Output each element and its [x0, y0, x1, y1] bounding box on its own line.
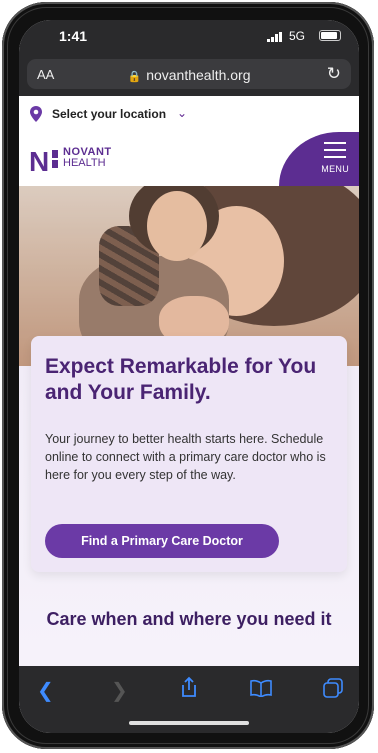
reload-icon[interactable]: ↻: [327, 64, 341, 84]
lock-icon: 🔒: [127, 71, 142, 83]
network-type: 5G: [288, 29, 305, 43]
bookmarks-icon[interactable]: [249, 679, 273, 697]
site-header: N NOVANT HEALTH MENU: [19, 132, 359, 186]
url-display[interactable]: 🔒 novanthealth.org: [27, 67, 351, 83]
logo-bars: [52, 150, 58, 168]
location-pin-icon: [30, 106, 42, 122]
status-time: 1:41: [59, 28, 88, 44]
section-heading: Care when and where you need it: [46, 609, 332, 629]
logo-line2: HEALTH: [63, 157, 106, 169]
hero-body: Your journey to better health starts her…: [45, 432, 326, 482]
browser-address-bar: AA 🔒 novanthealth.org ↻: [19, 54, 359, 96]
logo-n-mark: N: [29, 146, 49, 177]
hero-card: Expect Remarkable for You and Your Famil…: [31, 336, 347, 572]
back-icon[interactable]: ❮: [37, 678, 54, 703]
chevron-down-icon: ⌄: [177, 106, 188, 120]
browser-toolbar: ❮ ❯: [19, 666, 359, 733]
url-text: novanthealth.org: [146, 67, 251, 83]
menu-label: MENU: [321, 164, 349, 174]
hero-title: Expect Remarkable for You and Your Famil…: [45, 355, 317, 404]
logo-wordmark: NOVANT HEALTH: [63, 147, 112, 169]
location-selector[interactable]: Select your location ⌄: [19, 96, 359, 133]
status-bar: 1:41 5G: [19, 20, 359, 54]
phone-screen: 1:41 5G AA 🔒 novanthealth.org ↻ Select yo…: [19, 20, 359, 733]
share-icon[interactable]: [179, 676, 199, 698]
url-field[interactable]: AA 🔒 novanthealth.org ↻: [27, 59, 351, 89]
main-content: Expect Remarkable for You and Your Famil…: [19, 336, 359, 666]
battery-icon: [319, 30, 341, 41]
location-label: Select your location: [52, 107, 167, 121]
tabs-icon[interactable]: [323, 678, 343, 698]
forward-icon[interactable]: ❯: [111, 678, 128, 703]
hamburger-icon: [324, 142, 346, 158]
find-doctor-button[interactable]: Find a Primary Care Doctor: [45, 524, 279, 558]
menu-button[interactable]: MENU: [279, 132, 359, 186]
home-indicator: [129, 721, 249, 725]
signal-icon: [267, 32, 283, 42]
